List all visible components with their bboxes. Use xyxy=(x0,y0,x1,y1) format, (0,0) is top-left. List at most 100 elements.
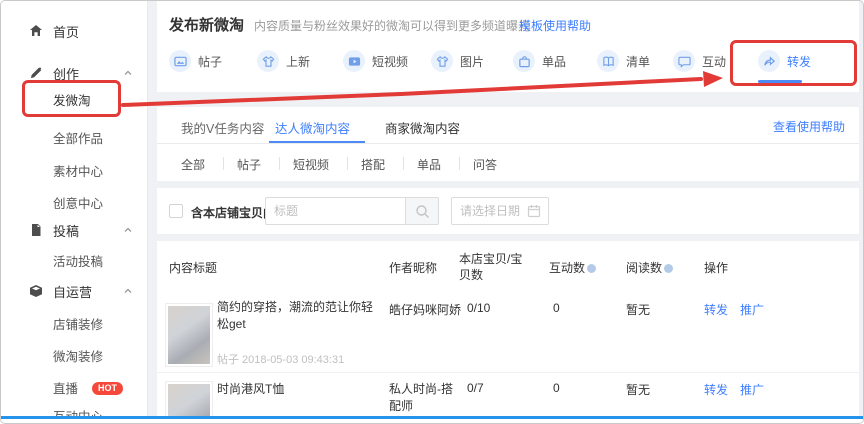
publish-type-picture[interactable]: 图片 xyxy=(431,49,484,73)
row-actions: 转发推广 xyxy=(704,301,776,318)
interaction-count: 0 xyxy=(553,301,560,315)
bag-icon xyxy=(513,50,535,72)
sidebar-item-label: 店铺装修 xyxy=(53,314,103,333)
sidebar-item-weitao-decoration[interactable]: 微淘装修 xyxy=(1,344,148,366)
chevron-up-icon xyxy=(123,68,133,78)
sidebar-item-material-center[interactable]: 素材中心 xyxy=(1,159,148,181)
page-title: 发布新微淘 xyxy=(169,14,244,35)
sidebar-item-live[interactable]: 直播 HOT xyxy=(1,376,148,398)
promote-link[interactable]: 推广 xyxy=(740,303,764,317)
col-header-title: 内容标题 xyxy=(169,259,217,276)
sidebar-item-label: 全部作品 xyxy=(53,128,103,147)
row-actions: 转发推广 xyxy=(704,381,776,398)
author-name: 私人时尚-搭配师 xyxy=(389,381,457,415)
sidebar-item-submission[interactable]: 投稿 xyxy=(1,219,148,241)
publish-type-short-video[interactable]: 短视频 xyxy=(343,49,408,73)
publish-type-post[interactable]: 帖子 xyxy=(169,49,222,73)
sidebar-item-create[interactable]: 创作 xyxy=(1,62,148,84)
tab-daren-weitao[interactable]: 达人微淘内容 xyxy=(275,118,350,137)
publish-type-single-item[interactable]: 单品 xyxy=(513,49,566,73)
pencil-icon xyxy=(29,66,43,80)
row-divider xyxy=(157,372,859,373)
content-title[interactable]: 简约的穿搭，潮流的范让你轻松get xyxy=(217,299,377,333)
window-bottom-border xyxy=(1,416,864,419)
sidebar-item-label: 创意中心 xyxy=(53,193,103,212)
title-search-input[interactable] xyxy=(265,197,405,225)
filter-outfit[interactable]: 搭配 xyxy=(361,156,385,173)
date-picker-input[interactable] xyxy=(451,197,549,225)
search-filter-card: 含本店铺宝贝内容 xyxy=(157,188,859,234)
publish-type-label: 帖子 xyxy=(198,53,222,70)
sidebar: 首页 创作 发微淘 全部作品 素材中心 创意中心 投稿 活动投稿 自运营 xyxy=(1,1,148,417)
tabs-divider xyxy=(157,143,859,144)
page-subtitle: 内容质量与粉丝效果好的微淘可以得到更多频道曝光 xyxy=(254,17,530,34)
publish-type-label: 图片 xyxy=(460,53,484,70)
document-icon xyxy=(29,223,43,237)
sidebar-item-label: 直播 xyxy=(53,378,78,397)
col-header-actions: 操作 xyxy=(704,259,728,276)
content-title[interactable]: 时尚港风T恤 xyxy=(217,381,377,398)
cube-icon xyxy=(29,284,43,298)
publish-type-label: 上新 xyxy=(286,53,310,70)
content-thumbnail xyxy=(165,303,213,367)
sidebar-item-idea-center[interactable]: 创意中心 xyxy=(1,191,148,213)
chevron-up-icon xyxy=(123,225,133,235)
repost-link[interactable]: 转发 xyxy=(704,383,728,397)
publish-type-label: 转发 xyxy=(787,53,811,70)
sidebar-item-fa-weitao[interactable]: 发微淘 xyxy=(1,88,148,110)
read-count: 暂无 xyxy=(626,301,650,318)
publish-type-new-arrival[interactable]: 上新 xyxy=(257,49,310,73)
chat-icon xyxy=(673,50,695,72)
filter-short-video[interactable]: 短视频 xyxy=(293,156,329,173)
promote-link[interactable]: 推广 xyxy=(740,383,764,397)
publish-type-label: 单品 xyxy=(542,53,566,70)
content-meta: 帖子 2018-05-03 09:43:31 xyxy=(217,351,344,367)
filter-qa[interactable]: 问答 xyxy=(473,156,497,173)
read-count: 暂无 xyxy=(626,381,650,398)
filter-all[interactable]: 全部 xyxy=(181,156,205,173)
shirt-icon xyxy=(431,50,453,72)
publish-type-interaction[interactable]: 互动 xyxy=(673,49,726,73)
search-button[interactable] xyxy=(405,197,439,225)
shop-items-count: 0/10 xyxy=(467,301,490,315)
sidebar-item-label: 创作 xyxy=(53,64,79,83)
tab-my-v-task[interactable]: 我的V任务内容 xyxy=(181,118,264,137)
sidebar-item-home[interactable]: 首页 xyxy=(1,20,148,42)
sidebar-item-label: 微淘装修 xyxy=(53,346,103,365)
col-header-shop-items: 本店宝贝/宝贝数 xyxy=(459,251,523,283)
repost-link[interactable]: 转发 xyxy=(704,303,728,317)
filter-post[interactable]: 帖子 xyxy=(237,156,261,173)
col-header-interactions: 互动数 xyxy=(549,259,596,276)
image-icon xyxy=(169,50,191,72)
publish-type-list[interactable]: 清单 xyxy=(597,49,650,73)
book-icon xyxy=(597,50,619,72)
publish-type-label: 互动 xyxy=(702,53,726,70)
publish-type-repost[interactable]: 转发 xyxy=(758,49,811,73)
chevron-up-icon xyxy=(123,286,133,296)
tab-merchant-weitao[interactable]: 商家微淘内容 xyxy=(385,118,460,137)
content-tabs-card: 我的V任务内容 达人微淘内容 商家微淘内容 查看使用帮助 全部 帖子 短视频 搭… xyxy=(157,107,859,181)
info-icon[interactable] xyxy=(587,264,596,273)
info-icon[interactable] xyxy=(664,264,673,273)
publish-type-label: 短视频 xyxy=(372,53,408,70)
publish-header-card: 发布新微淘 内容质量与粉丝效果好的微淘可以得到更多频道曝光 模板使用帮助 帖子 … xyxy=(157,1,859,92)
search-icon xyxy=(415,204,430,219)
sidebar-item-label: 素材中心 xyxy=(53,161,103,180)
col-header-author: 作者昵称 xyxy=(389,259,437,276)
col-header-reads: 阅读数 xyxy=(626,259,673,276)
sidebar-item-self-operation[interactable]: 自运营 xyxy=(1,280,148,302)
selected-publish-type-underline xyxy=(758,80,802,83)
sidebar-item-label: 首页 xyxy=(53,22,79,41)
sidebar-item-label: 投稿 xyxy=(53,221,79,240)
sidebar-item-all-works[interactable]: 全部作品 xyxy=(1,126,148,148)
sidebar-item-shop-decoration[interactable]: 店铺装修 xyxy=(1,312,148,334)
hot-badge: HOT xyxy=(92,382,123,395)
sidebar-item-activity-submission[interactable]: 活动投稿 xyxy=(1,249,148,271)
sidebar-item-label: 活动投稿 xyxy=(53,251,103,270)
filter-single-item[interactable]: 单品 xyxy=(417,156,441,173)
include-shop-items-checkbox[interactable] xyxy=(169,204,183,218)
content-thumbnail xyxy=(165,381,213,416)
view-help-link[interactable]: 查看使用帮助 xyxy=(773,118,845,135)
template-help-link[interactable]: 模板使用帮助 xyxy=(519,17,591,34)
home-icon xyxy=(29,24,43,38)
